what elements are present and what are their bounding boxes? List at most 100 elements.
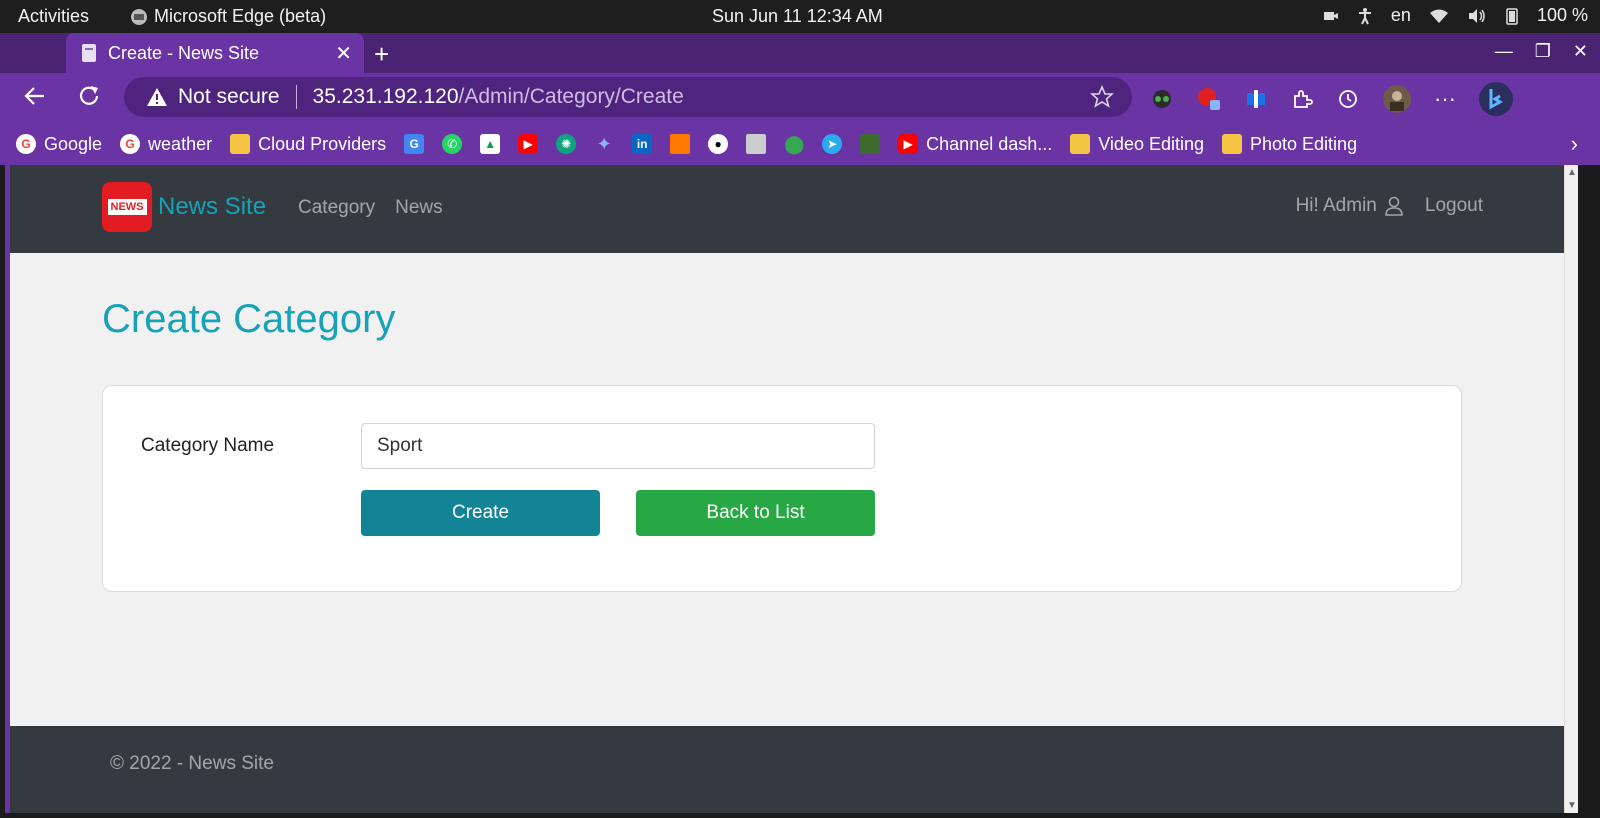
window-controls: — ❐ ✕ [1495, 41, 1588, 62]
bookmark-cloud-providers[interactable]: Cloud Providers [230, 134, 386, 155]
category-name-label: Category Name [141, 435, 275, 456]
site-navbar: NEWS News Site Category News Hi! Admin L… [10, 165, 1578, 253]
bookmark-google[interactable]: G Google [16, 134, 102, 155]
camera-icon [1323, 11, 1338, 20]
address-bar[interactable]: Not secure 35.231.192.120/Admin/Category… [124, 77, 1132, 117]
bookmark-whatsapp[interactable]: ✆ [442, 134, 463, 154]
bookmark-chatgpt[interactable]: ✺ [556, 134, 577, 154]
extension-stop-icon[interactable] [1196, 86, 1222, 112]
accessibility-icon [1358, 7, 1371, 24]
sparkle-icon: ✦ [596, 133, 612, 154]
linkedin-icon: in [632, 134, 653, 154]
extension-mask-icon[interactable] [1150, 87, 1174, 111]
page-icon [82, 44, 96, 62]
url-path: /Admin/Category/Create [458, 85, 684, 108]
url-host: 35.231.192.120 [312, 85, 459, 108]
language-indicator[interactable]: en [1391, 5, 1411, 26]
folder-icon [1070, 134, 1091, 154]
chatgpt-icon: ✺ [556, 134, 577, 154]
bookmark-bard[interactable]: ✦ [594, 134, 614, 154]
system-tray[interactable]: en 100 % [1323, 5, 1588, 26]
bookmarks-bar: G Google Gweather Cloud Providers G ✆ ▲ ▶… [0, 123, 1600, 165]
whatsapp-icon: ✆ [442, 134, 463, 154]
page-title: Create Category [102, 297, 396, 341]
nav-category[interactable]: Category [298, 197, 375, 219]
create-button[interactable]: Create [361, 490, 600, 536]
footer-copyright: © 2022 - News Site [110, 753, 274, 774]
bookmark-maps[interactable]: ⬤ [784, 134, 804, 154]
app-icon [860, 134, 881, 154]
main-menu: Category News [298, 197, 443, 219]
chevron-right-icon[interactable]: › [1571, 131, 1578, 157]
not-secure-label[interactable]: Not secure [178, 85, 280, 109]
scroll-down-icon[interactable]: ▼ [1567, 800, 1577, 811]
news-icon [746, 134, 767, 154]
back-icon[interactable] [22, 83, 48, 109]
divider [295, 85, 297, 109]
battery-level: 100 % [1536, 5, 1588, 25]
clock[interactable]: Sun Jun 11 12:34 AM [712, 6, 883, 27]
battery-icon [1506, 7, 1518, 25]
scroll-up-icon[interactable]: ▲ [1567, 167, 1577, 178]
page-viewport: NEWS News Site Category News Hi! Admin L… [5, 165, 1578, 813]
os-top-bar: Activities Microsoft Edge (beta) Sun Jun… [0, 0, 1600, 33]
user-area: Hi! Admin Logout [1296, 195, 1483, 217]
favorite-star-icon[interactable] [1090, 85, 1114, 109]
category-name-input[interactable] [361, 423, 875, 469]
wifi-icon [1429, 9, 1448, 23]
translate-icon: G [404, 134, 425, 154]
bookmark-linkedin[interactable]: in [632, 134, 653, 154]
restore-icon[interactable]: ❐ [1535, 41, 1551, 62]
bookmark-drive[interactable]: ▲ [480, 134, 501, 154]
drive-icon: ▲ [480, 134, 501, 154]
bookmark-telegram[interactable]: ➤ [822, 134, 843, 154]
vertical-scrollbar[interactable]: ▲ ▼ [1564, 165, 1578, 813]
folder-icon [230, 134, 251, 154]
bookmark-photo-editing[interactable]: Photo Editing [1222, 134, 1357, 155]
bookmark-orange[interactable] [670, 134, 691, 154]
activities-button[interactable]: Activities [18, 6, 89, 27]
nav-news[interactable]: News [395, 197, 443, 219]
history-icon[interactable] [1336, 87, 1360, 111]
back-to-list-button[interactable]: Back to List [636, 490, 875, 536]
maps-pin-icon: ⬤ [784, 133, 805, 154]
brand-name: News Site [158, 193, 267, 220]
edge-app-icon [131, 8, 147, 25]
browser-toolbar: Not secure 35.231.192.120/Admin/Category… [0, 73, 1600, 123]
minimize-icon[interactable]: — [1495, 41, 1513, 62]
app-name: Microsoft Edge (beta) [154, 6, 327, 26]
close-window-icon[interactable]: ✕ [1573, 41, 1588, 62]
bookmark-github[interactable]: ● [708, 134, 729, 154]
bookmark-news[interactable] [746, 134, 767, 154]
extension-translate-icon[interactable] [1244, 87, 1268, 111]
app-menu[interactable]: Microsoft Edge (beta) [130, 6, 326, 27]
youtube-icon: ▶ [898, 134, 919, 154]
more-menu-icon[interactable]: ··· [1434, 86, 1456, 112]
close-tab-icon[interactable]: ✕ [335, 41, 352, 66]
user-greeting[interactable]: Hi! Admin [1296, 195, 1377, 217]
youtube-icon: ▶ [518, 134, 539, 154]
brand-link[interactable]: NEWS News Site [102, 182, 266, 232]
new-tab-icon[interactable]: + [374, 39, 389, 70]
extensions-puzzle-icon[interactable] [1290, 87, 1314, 111]
bing-chat-icon[interactable] [1478, 81, 1514, 117]
tab-strip: Create - News Site ✕ + — ❐ ✕ [0, 33, 1600, 73]
extensions-area: ··· [1150, 81, 1514, 117]
bookmark-translate[interactable]: G [404, 134, 425, 154]
tab-active[interactable]: Create - News Site ✕ [66, 33, 364, 73]
google-icon: G [16, 134, 36, 154]
bookmark-weather[interactable]: Gweather [120, 134, 212, 155]
reload-icon[interactable] [76, 83, 102, 109]
bookmark-channel-dash[interactable]: ▶ Channel dash... [898, 134, 1052, 155]
warning-icon[interactable] [146, 87, 168, 107]
site-footer: © 2022 - News Site [10, 726, 1578, 813]
bookmark-app[interactable] [860, 134, 881, 154]
volume-icon [1468, 8, 1485, 23]
news-logo-icon: NEWS [102, 182, 152, 232]
bookmark-video-editing[interactable]: Video Editing [1070, 134, 1204, 155]
bookmark-youtube[interactable]: ▶ [518, 134, 539, 154]
folder-icon [1222, 134, 1242, 154]
profile-avatar-icon[interactable] [1382, 84, 1412, 114]
logout-link[interactable]: Logout [1425, 195, 1483, 217]
google-icon: G [120, 134, 141, 154]
